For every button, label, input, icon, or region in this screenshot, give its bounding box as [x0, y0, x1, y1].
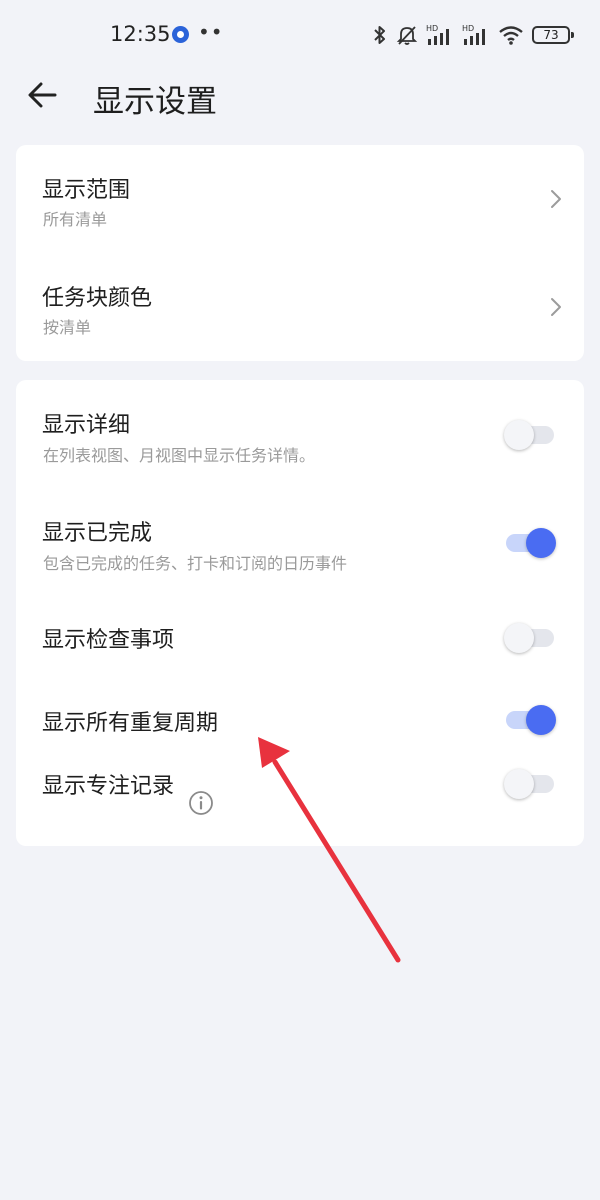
show-focus-records-title: 显示专注记录 — [42, 774, 175, 799]
status-icons: HD HD 73 — [372, 22, 574, 48]
show-details-row: 显示详细 在列表视图、月视图中显示任务详情。 — [16, 380, 584, 488]
toggle-knob — [504, 623, 534, 653]
show-completed-title: 显示已完成 — [42, 521, 153, 546]
app-notification-icon — [172, 26, 189, 43]
task-block-color-row[interactable]: 任务块颜色 按清单 — [16, 253, 584, 361]
svg-text:HD: HD — [462, 24, 474, 33]
show-completed-toggle[interactable] — [506, 526, 556, 560]
show-all-repeat-cycles-row: 显示所有重复周期 — [16, 680, 584, 760]
display-range-title: 显示范围 — [42, 178, 131, 203]
svg-text:HD: HD — [426, 24, 438, 33]
display-range-row[interactable]: 显示范围 所有清单 — [16, 145, 584, 253]
signal-hd-icon-2: HD — [462, 24, 485, 45]
status-time: 12:35 — [110, 22, 171, 46]
show-focus-records-row: 显示专注记录 — [16, 760, 584, 846]
chevron-right-icon — [551, 298, 561, 316]
arrow-left-icon — [28, 82, 57, 108]
mute-bell-icon — [396, 26, 418, 45]
show-details-toggle[interactable] — [504, 418, 556, 452]
page-title: 显示设置 — [93, 84, 217, 120]
toggle-knob — [504, 420, 534, 450]
toggle-knob — [526, 528, 556, 558]
back-button[interactable] — [24, 78, 60, 112]
app-header: 显示设置 — [0, 70, 600, 120]
navigation-settings-card: 显示范围 所有清单 任务块颜色 按清单 — [16, 145, 584, 361]
show-completed-description: 包含已完成的任务、打卡和订阅的日历事件 — [43, 554, 348, 573]
signal-hd-icon: HD — [426, 24, 449, 45]
show-details-description: 在列表视图、月视图中显示任务详情。 — [43, 446, 316, 465]
show-all-repeat-cycles-toggle[interactable] — [506, 703, 556, 737]
wifi-icon — [499, 26, 523, 45]
toggle-knob — [504, 769, 534, 799]
task-block-color-value: 按清单 — [43, 318, 92, 337]
show-details-title: 显示详细 — [42, 413, 131, 438]
task-block-color-title: 任务块颜色 — [42, 286, 153, 311]
battery-indicator: 73 — [532, 26, 574, 44]
screen: 12:35 •• HD HD 73 显示设置 显示范围 所有清单 任务块颜色 按… — [0, 0, 600, 1200]
show-checklist-items-row: 显示检查事项 — [16, 596, 584, 680]
status-bar: 12:35 •• HD HD 73 — [0, 0, 600, 70]
show-checklist-items-title: 显示检查事项 — [42, 628, 175, 653]
show-checklist-items-toggle[interactable] — [504, 621, 556, 655]
toggle-knob — [526, 705, 556, 735]
show-focus-records-toggle[interactable] — [504, 767, 556, 801]
toggle-settings-card: 显示详细 在列表视图、月视图中显示任务详情。 显示已完成 包含已完成的任务、打卡… — [16, 380, 584, 846]
show-completed-row: 显示已完成 包含已完成的任务、打卡和订阅的日历事件 — [16, 488, 584, 596]
display-range-value: 所有清单 — [43, 210, 108, 229]
more-notifications-indicator: •• — [198, 20, 224, 44]
chevron-right-icon — [551, 190, 561, 208]
info-icon[interactable] — [188, 790, 214, 816]
show-all-repeat-cycles-title: 显示所有重复周期 — [42, 711, 219, 736]
bluetooth-icon — [374, 26, 385, 44]
